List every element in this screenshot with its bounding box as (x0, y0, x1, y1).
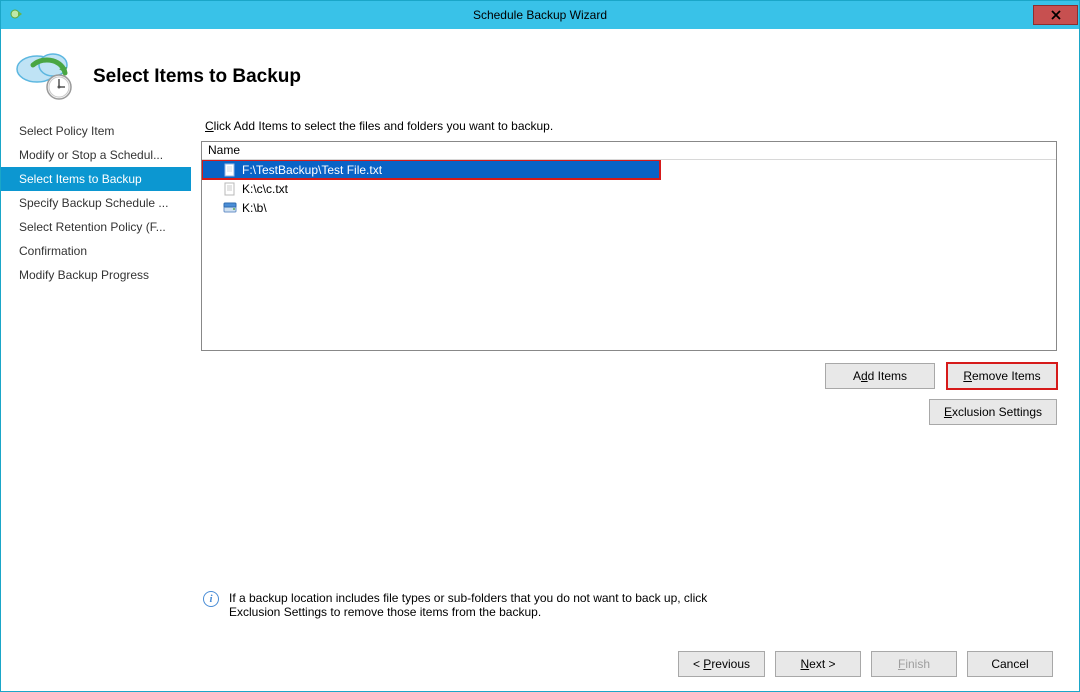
step-confirmation[interactable]: Confirmation (1, 239, 191, 263)
exclusion-settings-button[interactable]: Exclusion Settings (929, 399, 1057, 425)
titlebar: Schedule Backup Wizard (1, 1, 1079, 29)
file-icon (222, 162, 238, 178)
info-text: If a backup location includes file types… (229, 591, 721, 619)
next-button[interactable]: Next > (775, 651, 861, 677)
step-modify-backup-progress[interactable]: Modify Backup Progress (1, 263, 191, 287)
items-listbox[interactable]: Name F:\TestBackup\Test File.txt (201, 141, 1057, 351)
items-rows: F:\TestBackup\Test File.txt K:\c\c.txt (202, 160, 1056, 350)
backup-cloud-icon (15, 47, 79, 101)
app-icon (9, 7, 25, 23)
list-item-label: K:\c\c.txt (242, 182, 288, 196)
step-modify-or-stop[interactable]: Modify or Stop a Schedul... (1, 143, 191, 167)
wizard-header: Select Items to Backup (1, 29, 1079, 111)
add-items-button[interactable]: Add Items (825, 363, 935, 389)
remove-items-button[interactable]: Remove Items (947, 363, 1057, 389)
wizard-main: Click Add Items to select the files and … (191, 113, 1067, 637)
list-item[interactable]: K:\b\ (202, 198, 1056, 217)
window-title: Schedule Backup Wizard (1, 8, 1079, 22)
wizard-footer: < Previous Next > Finish Cancel (1, 637, 1079, 691)
step-select-retention-policy[interactable]: Select Retention Policy (F... (1, 215, 191, 239)
wizard-body: Select Policy Item Modify or Stop a Sche… (1, 111, 1079, 637)
wizard-steps-sidebar: Select Policy Item Modify or Stop a Sche… (1, 113, 191, 637)
previous-button[interactable]: < Previous (678, 651, 765, 677)
list-item[interactable]: K:\c\c.txt (202, 179, 1056, 198)
column-header-name[interactable]: Name (202, 142, 1056, 160)
item-buttons-row: Add Items Remove Items (201, 363, 1057, 389)
wizard-window: Schedule Backup Wizard Select Items to B… (0, 0, 1080, 692)
drive-icon (222, 200, 238, 216)
list-item-label: F:\TestBackup\Test File.txt (242, 163, 382, 177)
cancel-button[interactable]: Cancel (967, 651, 1053, 677)
instruction-text: Click Add Items to select the files and … (201, 113, 1057, 141)
info-icon: i (203, 591, 219, 607)
page-title: Select Items to Backup (93, 60, 301, 88)
list-item-label: K:\b\ (242, 201, 267, 215)
list-item[interactable]: F:\TestBackup\Test File.txt (202, 160, 660, 179)
step-select-items-to-backup[interactable]: Select Items to Backup (1, 167, 191, 191)
finish-button: Finish (871, 651, 957, 677)
exclusion-row: Exclusion Settings (201, 399, 1057, 425)
step-specify-backup-schedule[interactable]: Specify Backup Schedule ... (1, 191, 191, 215)
info-note: i If a backup location includes file typ… (201, 581, 721, 637)
close-button[interactable] (1033, 5, 1078, 25)
step-select-policy-item[interactable]: Select Policy Item (1, 119, 191, 143)
file-icon (222, 181, 238, 197)
